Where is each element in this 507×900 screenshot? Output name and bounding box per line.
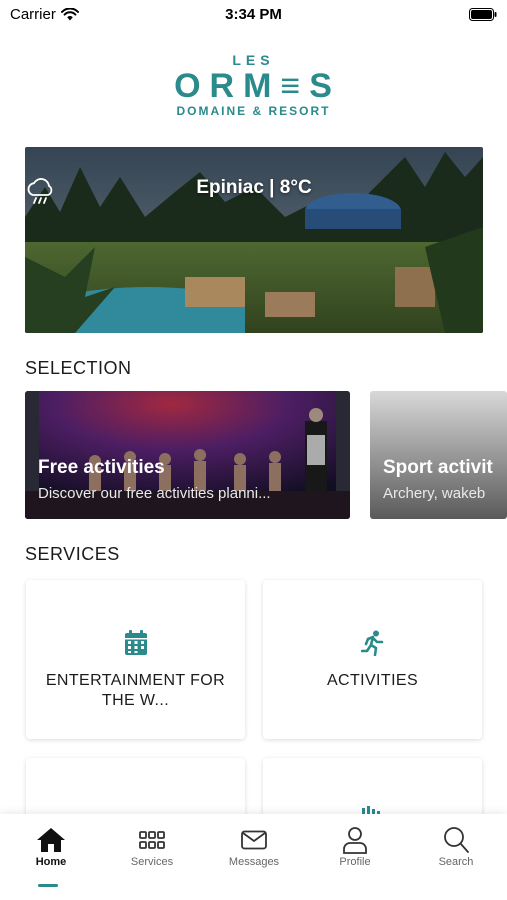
bottom-tab-bar: Home Services Messages Profile Search xyxy=(0,814,507,900)
tab-label: Messages xyxy=(228,856,280,868)
running-person-icon xyxy=(360,630,383,656)
selection-card-description: Discover our free activities planni... xyxy=(38,485,271,502)
selection-card-sport-activities[interactable]: Sport activit Archery, wakeb xyxy=(370,391,507,519)
battery-icon xyxy=(469,8,497,21)
service-card-label: ENTERTAINMENT FOR THE W... xyxy=(45,672,226,709)
cloud-rain-icon xyxy=(27,178,53,204)
search-icon xyxy=(444,827,469,853)
tab-home[interactable]: Home xyxy=(6,826,96,887)
status-bar: Carrier 3:34 PM xyxy=(0,0,507,30)
tab-services[interactable]: Services xyxy=(107,826,197,868)
service-card-label: ACTIVITIES xyxy=(326,672,419,689)
home-icon xyxy=(37,828,65,852)
service-card-activities[interactable]: ACTIVITIES xyxy=(263,580,482,739)
grid-icon xyxy=(139,831,165,849)
tab-messages[interactable]: Messages xyxy=(209,826,299,868)
tab-label: Home xyxy=(35,856,67,868)
selection-card-title: Free activities xyxy=(38,457,165,478)
tab-label: Services xyxy=(130,856,174,868)
tab-profile[interactable]: Profile xyxy=(310,826,400,868)
weather-location-temp: Epiniac | 8°C xyxy=(196,177,312,198)
logo-les-text: LES xyxy=(232,52,275,68)
selection-card-free-activities[interactable]: Free activities Discover our free activi… xyxy=(25,391,350,519)
selection-card-description: Archery, wakeb xyxy=(383,485,486,502)
tab-search[interactable]: Search xyxy=(411,826,501,868)
hero-banner[interactable]: Epiniac | 8°C xyxy=(25,147,483,333)
status-time: 3:34 PM xyxy=(225,6,282,23)
active-tab-indicator xyxy=(38,884,58,887)
tab-label: Profile xyxy=(339,856,371,868)
person-icon xyxy=(343,827,367,854)
weather-widget: Epiniac | 8°C xyxy=(25,177,483,204)
hero-resort-photo xyxy=(25,147,483,333)
logo-main-text: ORM≡S xyxy=(174,67,341,105)
calendar-icon xyxy=(124,630,147,655)
service-card-entertainment[interactable]: ENTERTAINMENT FOR THE W... xyxy=(26,580,245,739)
tab-label: Search xyxy=(438,856,474,868)
selection-card-title: Sport activit xyxy=(383,457,493,478)
brand-logo: LES ORM≡S DOMAINE & RESORT xyxy=(0,52,507,118)
logo-subtitle: DOMAINE & RESORT xyxy=(176,104,331,118)
selection-heading: SELECTION xyxy=(25,358,132,378)
envelope-icon xyxy=(241,830,267,850)
services-heading: SERVICES xyxy=(25,544,120,564)
